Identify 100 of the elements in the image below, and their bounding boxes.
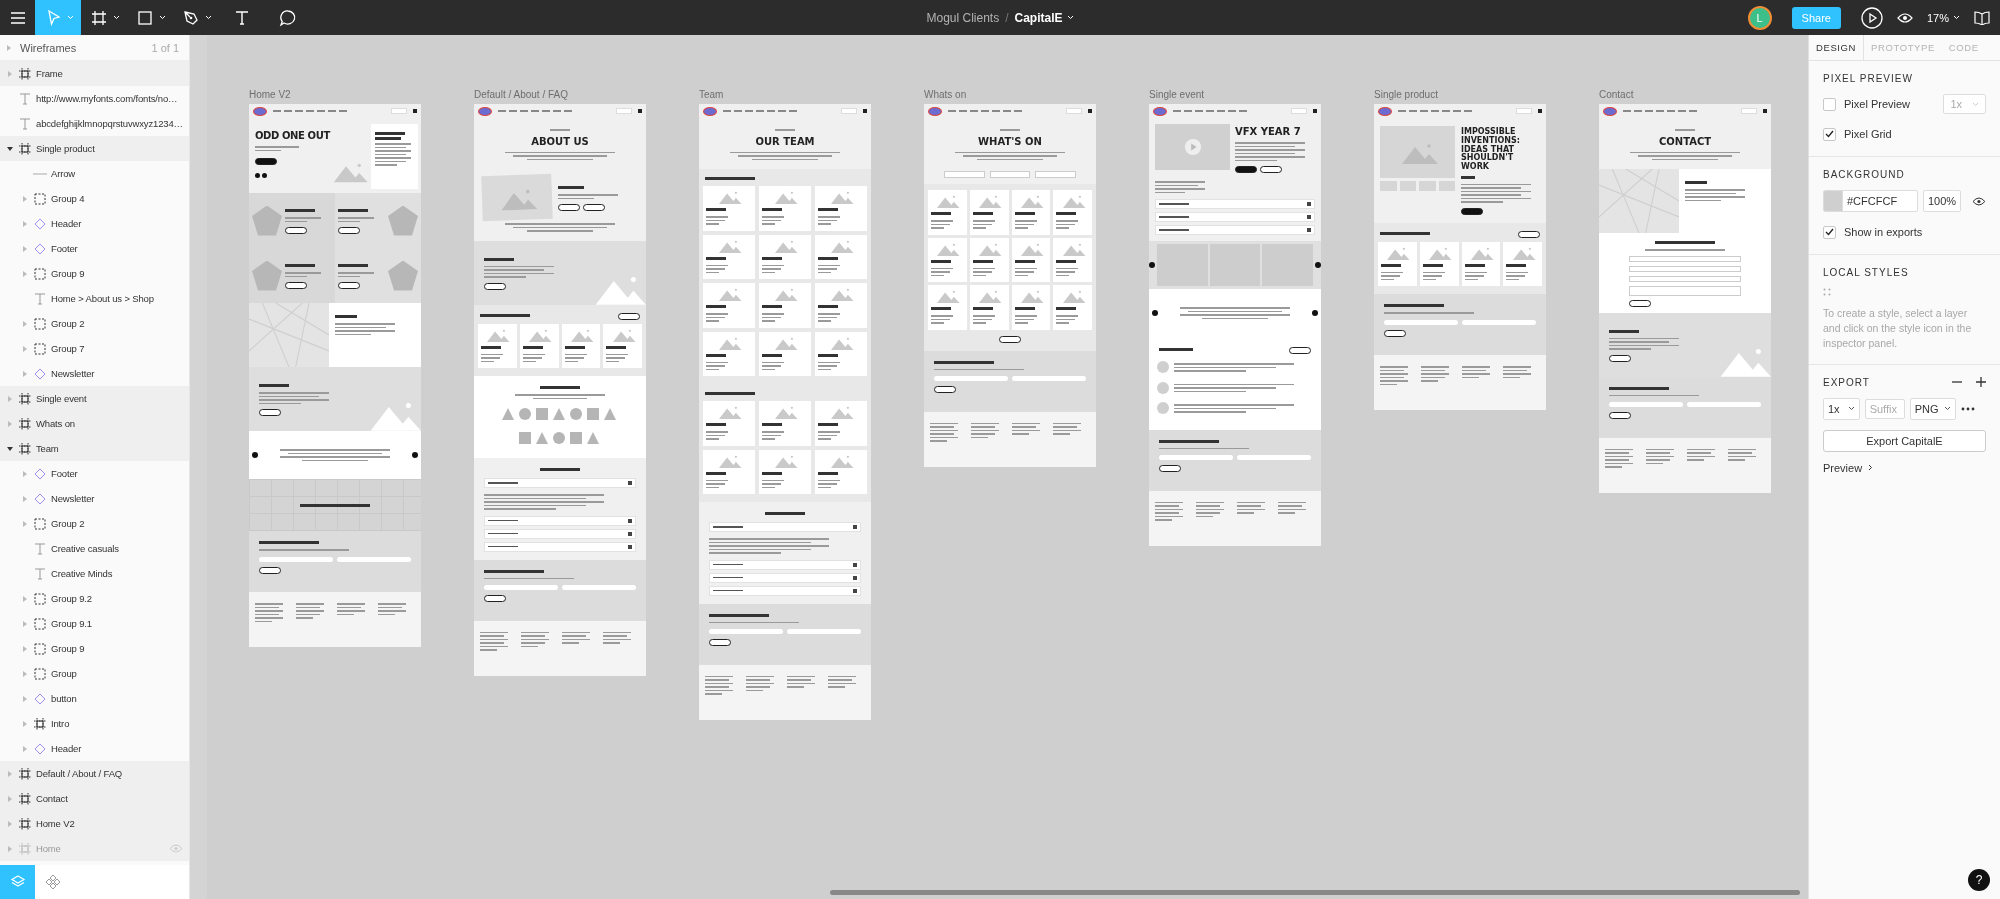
placeholder-text-lines [255,603,283,622]
panel-tab[interactable] [0,865,35,899]
collapsed-arrow-icon[interactable] [21,319,29,328]
layer-row[interactable]: Whats on [0,411,190,436]
layer-row[interactable]: Group [0,661,190,686]
layer-row[interactable]: Creative Minds [0,561,190,586]
collapsed-arrow-icon[interactable] [21,694,29,703]
export-button[interactable]: Export CapitalE [1823,429,1986,452]
eye-icon[interactable] [1972,196,1986,206]
wireframe-frame[interactable]: ODD ONE OUT [249,104,421,647]
layer-row[interactable]: Footer [0,461,190,486]
collapsed-arrow-icon[interactable] [21,194,29,203]
layer-row[interactable]: Group 9.1 [0,611,190,636]
layer-row[interactable]: Group 9.2 [0,586,190,611]
collapsed-arrow-icon[interactable] [21,719,29,728]
layer-row[interactable]: abcdefghijklmnopqrstuvwxyz1234… [0,111,190,136]
more-icon[interactable] [1961,406,1976,411]
layer-row[interactable]: Frame [0,61,190,86]
collapsed-arrow-icon[interactable] [21,469,29,478]
layer-row[interactable]: Header [0,736,190,761]
layer-row[interactable]: Team [0,436,190,461]
layer-row[interactable]: Group 2 [0,511,190,536]
layer-row[interactable]: Default / About / FAQ [0,761,190,786]
collapsed-arrow-icon[interactable] [21,669,29,678]
suffix-field[interactable]: Suffix [1864,398,1905,419]
layer-row[interactable]: Group 7 [0,336,190,361]
collapsed-arrow-icon[interactable] [6,43,12,52]
wireframe-frame[interactable]: IMPOSSIBLE INVENTIONS: IDEAS THAT SHOULDN'T WORK [1374,104,1546,411]
collapsed-arrow-icon[interactable] [21,219,29,228]
collapsed-arrow-icon[interactable] [21,269,29,278]
layer-row[interactable]: Group 4 [0,186,190,211]
frame-label[interactable]: Whats on [924,89,1096,101]
color-field[interactable]: #CFCFCF [1823,190,1918,212]
collapsed-arrow-icon[interactable] [21,644,29,653]
format-dropdown[interactable]: PNG [1909,397,1957,420]
collapsed-arrow-icon[interactable] [21,369,29,378]
wireframe-frame[interactable]: CONTACT [1599,104,1771,493]
heading-placeholder [706,305,726,308]
layer-row[interactable]: Footer [0,236,190,261]
help-button[interactable]: ? [1968,869,1990,891]
collapsed-arrow-icon[interactable] [6,819,14,828]
zoom-dropdown[interactable]: 17% [1926,6,1960,29]
layer-row[interactable]: Creative casuals [0,536,190,561]
collapsed-arrow-icon[interactable] [21,594,29,603]
page-name[interactable]: Wireframes [20,41,152,54]
collapsed-arrow-icon[interactable] [6,794,14,803]
placeholder-text-lines [1014,267,1037,276]
layer-row[interactable]: Header [0,211,190,236]
file-name[interactable]: CapitalE [1014,10,1074,25]
collapsed-arrow-icon[interactable] [21,494,29,503]
layer-row[interactable]: Newsletter [0,361,190,386]
preview-toggle[interactable]: Preview [1823,461,1874,474]
placeholder-text-lines [1056,220,1079,229]
scrollbar-track[interactable] [189,35,207,899]
plus-icon[interactable] [1976,377,1986,388]
layer-row[interactable]: Home > About us > Shop [0,286,190,311]
placeholder-text-lines [1380,366,1408,386]
frame-label[interactable]: Home V2 [249,89,421,101]
checkbox[interactable] [1823,97,1836,111]
wireframe-frame[interactable]: ABOUT US [474,104,646,676]
layer-row[interactable]: Group 2 [0,311,190,336]
placeholder-text-lines [480,631,508,651]
collapsed-arrow-icon[interactable] [21,344,29,353]
collapsed-arrow-icon[interactable] [21,619,29,628]
collapsed-arrow-icon[interactable] [6,394,14,403]
layer-row[interactable]: button [0,686,190,711]
layer-row[interactable]: Contact [0,786,190,811]
checkbox[interactable] [1823,225,1836,239]
expanded-arrow-icon[interactable] [6,144,14,153]
opacity-field[interactable]: 100% [1923,190,1962,212]
collapsed-arrow-icon[interactable] [21,519,29,528]
event-title: VFX YEAR 7 [1235,126,1301,137]
layer-row[interactable]: Single event [0,386,190,411]
layer-row[interactable]: Group 9 [0,636,190,661]
collapsed-arrow-icon[interactable] [6,419,14,428]
wireframe-frame[interactable]: OUR TEAM [699,104,871,720]
checkbox[interactable] [1823,127,1836,141]
wireframe-frame[interactable]: WHAT'S ON [924,104,1096,467]
play-icon[interactable] [1860,6,1883,29]
layer-row[interactable]: http://www.myfonts.com/fonts/no… [0,86,190,111]
layer-row[interactable]: Single product [0,136,190,161]
scale-dropdown[interactable]: 1x [1823,397,1860,420]
collapsed-arrow-icon[interactable] [21,244,29,253]
expanded-arrow-icon[interactable] [6,444,14,453]
layer-row[interactable]: Newsletter [0,486,190,511]
layer-row[interactable]: Arrow [0,161,190,186]
frame-label[interactable]: Single product [1374,89,1546,101]
layer-row[interactable]: Group 9 [0,261,190,286]
page-title: WHAT'S ON [978,135,1042,147]
layer-row[interactable]: Home V2 [0,811,190,836]
wireframe-frame[interactable]: VFX YEAR 7 [1149,104,1321,546]
layer-row[interactable]: Intro [0,711,190,736]
horizontal-scrollbar[interactable] [830,890,1800,895]
collapsed-arrow-icon[interactable] [6,844,14,853]
collapsed-arrow-icon[interactable] [21,744,29,753]
book-icon[interactable] [1974,10,1990,25]
collapsed-arrow-icon[interactable] [6,769,14,778]
heading-placeholder [1384,304,1444,308]
collapsed-arrow-icon[interactable] [6,69,14,78]
placeholder-text-lines [762,479,784,488]
